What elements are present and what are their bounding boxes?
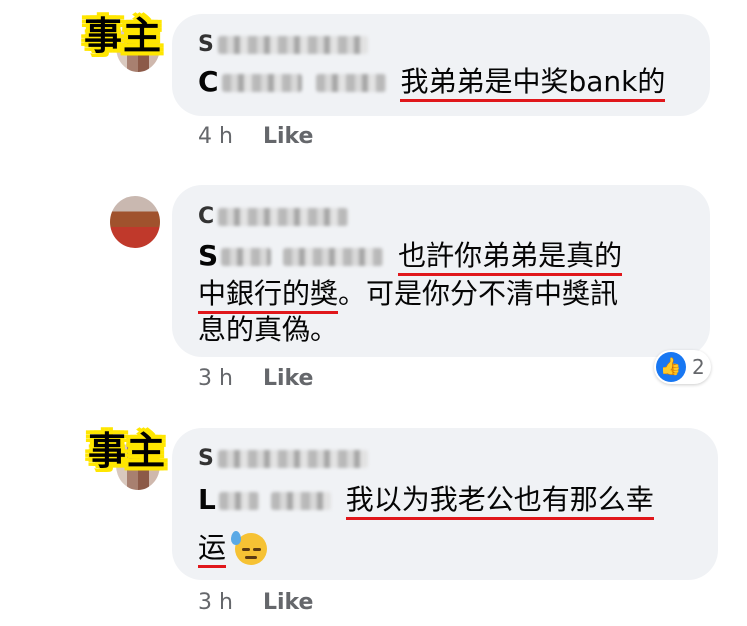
- underlined-text: 我弟弟是中奖bank的: [400, 65, 666, 102]
- thumbs-up-icon: 👍: [656, 352, 686, 382]
- comment-meta: 4 h Like: [198, 124, 313, 149]
- timestamp[interactable]: 3 h: [198, 590, 233, 615]
- owner-tag: 事主: [84, 14, 163, 58]
- comment-author[interactable]: S: [198, 446, 368, 471]
- comment-meta: 3 h Like: [198, 366, 313, 391]
- like-button[interactable]: Like: [263, 366, 314, 391]
- owner-tag: 事主: [88, 429, 167, 473]
- comment-meta: 3 h Like: [198, 590, 313, 615]
- timestamp[interactable]: 3 h: [198, 366, 233, 391]
- like-button[interactable]: Like: [263, 124, 314, 149]
- downcast-face-with-sweat-icon: [230, 531, 267, 565]
- comment-author[interactable]: C: [198, 204, 349, 229]
- underlined-text: 我以为我老公也有那么幸: [345, 483, 654, 520]
- reaction-count: 2: [692, 355, 705, 379]
- mention-link[interactable]: S: [198, 239, 384, 272]
- underlined-text: 也許你弟弟是真的: [398, 239, 623, 276]
- comment-text: C 我弟弟是中奖bank的: [198, 62, 666, 102]
- mention-link[interactable]: C: [198, 65, 386, 98]
- underlined-text: 运: [198, 531, 227, 568]
- comment-text-line-2: 中銀行的獎。可是你分不清中獎訊: [198, 274, 618, 314]
- comment-text-line-1: S 也許你弟弟是真的: [198, 236, 623, 276]
- like-button[interactable]: Like: [263, 590, 314, 615]
- comment-text-line-1: L 我以为我老公也有那么幸: [198, 480, 654, 520]
- mention-link[interactable]: L: [198, 483, 331, 516]
- comment-text-line-2: 运: [198, 528, 267, 568]
- underlined-text: 中銀行的獎: [198, 277, 339, 314]
- avatar[interactable]: [110, 196, 160, 248]
- reaction-badge[interactable]: 👍 2: [654, 350, 711, 384]
- comment-author[interactable]: S: [198, 32, 368, 57]
- comment-text-line-3: 息的真偽。: [198, 313, 339, 346]
- timestamp[interactable]: 4 h: [198, 124, 233, 149]
